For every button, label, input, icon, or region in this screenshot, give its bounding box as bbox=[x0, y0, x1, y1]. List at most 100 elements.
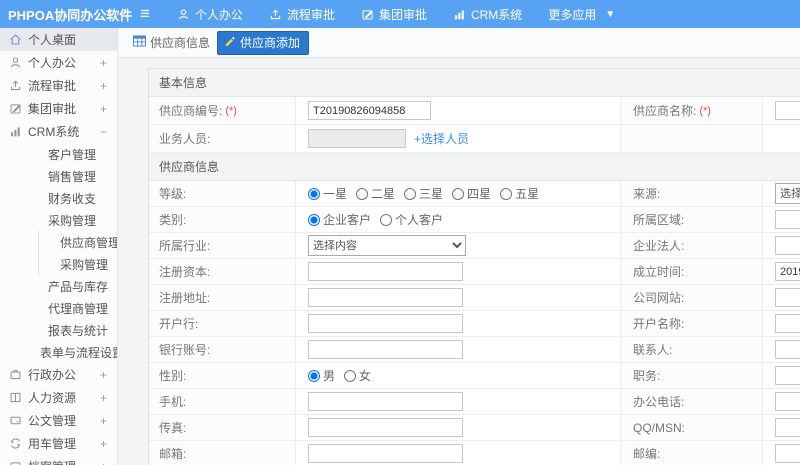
account-name-input[interactable] bbox=[775, 314, 800, 333]
grade-option-4star[interactable]: 四星 bbox=[452, 185, 491, 202]
sidebar-item-agent-mgmt[interactable]: 代理商管理 + bbox=[0, 297, 117, 319]
archive-drawer-icon bbox=[8, 460, 22, 465]
sidebar-item-group-approval[interactable]: 集团审批 + bbox=[0, 97, 117, 120]
industry-select[interactable]: 选择内容 bbox=[308, 235, 466, 256]
sidebar-item-purchasing[interactable]: 采购管理 bbox=[39, 253, 117, 275]
gender-option-male[interactable]: 男 bbox=[308, 367, 335, 384]
bank-account-input[interactable] bbox=[308, 340, 463, 359]
expand-toggle[interactable]: + bbox=[76, 301, 83, 315]
contact-input[interactable] bbox=[775, 340, 800, 359]
sidebar-item-hr[interactable]: 人力资源 + bbox=[0, 386, 117, 409]
job-title-label: 职务: bbox=[633, 369, 661, 383]
edit-square-icon bbox=[8, 102, 22, 116]
grade-option-5star[interactable]: 五星 bbox=[500, 185, 539, 202]
grade-label: 等级: bbox=[159, 187, 187, 201]
expand-toggle[interactable]: − bbox=[76, 213, 83, 227]
form-row-staff: 业务人员: +选择人员 bbox=[149, 125, 800, 153]
sidebar-item-sales-mgmt[interactable]: 销售管理 + bbox=[0, 165, 117, 187]
required-mark: (*) bbox=[225, 104, 237, 117]
reg-address-input[interactable] bbox=[308, 288, 463, 307]
region-input[interactable] bbox=[775, 210, 800, 229]
legal-person-input[interactable] bbox=[775, 236, 800, 255]
website-input[interactable] bbox=[775, 288, 800, 307]
grade-option-2star[interactable]: 二星 bbox=[356, 185, 395, 202]
sidebar-item-crm[interactable]: CRM系统 − bbox=[0, 120, 117, 143]
qq-msn-input[interactable] bbox=[775, 418, 800, 437]
caret-down-icon[interactable]: ▼ bbox=[605, 9, 625, 20]
zip-input[interactable] bbox=[775, 444, 800, 463]
sidebar-item-vehicle-mgmt[interactable]: 用车管理 + bbox=[0, 432, 117, 455]
sidebar-item-doc-mgmt[interactable]: 公文管理 + bbox=[0, 409, 117, 432]
category-option-enterprise[interactable]: 企业客户 bbox=[308, 211, 371, 228]
grade-option-1star[interactable]: 一星 bbox=[308, 185, 347, 202]
section-header-basic: 基本信息 bbox=[149, 69, 800, 97]
expand-toggle[interactable]: + bbox=[76, 191, 83, 205]
section-header-supplier: 供应商信息 bbox=[149, 153, 800, 181]
sidebar-item-flow-approval[interactable]: 流程审批 + bbox=[0, 74, 117, 97]
tab-supplier-add[interactable]: 供应商添加 bbox=[217, 30, 310, 55]
expand-toggle[interactable]: + bbox=[100, 56, 107, 70]
supplier-no-input[interactable] bbox=[308, 101, 431, 120]
reg-capital-label: 注册资本: bbox=[159, 265, 211, 279]
gender-option-female[interactable]: 女 bbox=[344, 367, 371, 384]
car-icon bbox=[8, 437, 22, 451]
expand-toggle[interactable]: + bbox=[100, 391, 107, 405]
reg-address-label: 注册地址: bbox=[159, 291, 211, 305]
hamburger-menu-icon[interactable]: ≡ bbox=[128, 1, 164, 27]
topnav-crm[interactable]: CRM系统 bbox=[440, 0, 535, 28]
sidebar-item-personal-desktop[interactable]: 个人桌面 bbox=[0, 28, 117, 51]
purchase-submenu: 供应商管理 采购管理 bbox=[38, 231, 117, 275]
topnav-flow-approval[interactable]: 流程审批 bbox=[256, 0, 348, 28]
sidebar-item-product-inventory[interactable]: 产品与库存 + bbox=[0, 275, 117, 297]
supplier-name-input[interactable] bbox=[775, 101, 800, 120]
sidebar-item-archive-mgmt[interactable]: 档案管理 + bbox=[0, 455, 117, 465]
grade-option-3star[interactable]: 三星 bbox=[404, 185, 443, 202]
form-row-mobile: 手机: 办公电话: bbox=[149, 389, 800, 415]
form-row-gender: 性别: 男 女 职务: bbox=[149, 363, 800, 389]
expand-toggle[interactable]: + bbox=[100, 437, 107, 451]
founded-date-input[interactable] bbox=[775, 262, 800, 281]
category-option-personal[interactable]: 个人客户 bbox=[380, 211, 443, 228]
expand-toggle[interactable]: + bbox=[76, 169, 83, 183]
topnav-group-approval[interactable]: 集团审批 bbox=[348, 0, 440, 28]
expand-toggle[interactable]: + bbox=[100, 414, 107, 428]
expand-toggle[interactable]: − bbox=[100, 125, 107, 139]
bank-input[interactable] bbox=[308, 314, 463, 333]
topnav-personal-office[interactable]: 个人办公 bbox=[164, 0, 256, 28]
expand-toggle[interactable]: + bbox=[100, 460, 107, 465]
sidebar-item-admin-office[interactable]: 行政办公 + bbox=[0, 363, 117, 386]
sidebar-item-customer-mgmt[interactable]: 客户管理 + bbox=[0, 143, 117, 165]
legal-person-label: 企业法人: bbox=[633, 239, 685, 253]
expand-toggle[interactable]: + bbox=[100, 102, 107, 116]
tab-supplier-info[interactable]: 供应商信息 bbox=[133, 34, 210, 51]
staff-input[interactable] bbox=[308, 129, 406, 148]
sidebar-item-supplier-mgmt[interactable]: 供应商管理 bbox=[39, 231, 117, 253]
choose-staff-link[interactable]: +选择人员 bbox=[414, 130, 469, 147]
topnav-more-apps[interactable]: 更多应用 bbox=[535, 0, 609, 28]
source-select[interactable]: 选择内容 bbox=[775, 183, 800, 204]
user-icon bbox=[177, 8, 190, 21]
email-input[interactable] bbox=[308, 444, 463, 463]
office-tel-label: 办公电话: bbox=[633, 395, 685, 409]
expand-toggle[interactable]: + bbox=[100, 79, 107, 93]
form-row-supplier-no: 供应商编号: (*) 供应商名称: (*) bbox=[149, 97, 800, 125]
zip-label: 邮编: bbox=[633, 447, 661, 461]
form-row-bank: 开户行: 开户名称: bbox=[149, 311, 800, 337]
sidebar-item-reports[interactable]: 报表与统计 bbox=[0, 319, 117, 341]
founded-date-label: 成立时间: bbox=[633, 265, 685, 279]
sidebar-item-finance[interactable]: 财务收支 + bbox=[0, 187, 117, 209]
bank-account-label: 银行账号: bbox=[159, 343, 211, 357]
expand-toggle[interactable]: + bbox=[76, 147, 83, 161]
expand-toggle[interactable]: + bbox=[76, 279, 83, 293]
sidebar-item-personal-office[interactable]: 个人办公 + bbox=[0, 51, 117, 74]
expand-toggle[interactable]: + bbox=[100, 368, 107, 382]
job-title-input[interactable] bbox=[775, 366, 800, 385]
fax-input[interactable] bbox=[308, 418, 463, 437]
mobile-input[interactable] bbox=[308, 392, 463, 411]
supplier-no-label: 供应商编号: bbox=[159, 104, 223, 118]
form-row-email: 邮箱: 邮编: bbox=[149, 441, 800, 465]
office-tel-input[interactable] bbox=[775, 392, 800, 411]
sidebar-item-form-flow-settings[interactable]: 表单与流程设置 + bbox=[0, 341, 117, 363]
reg-capital-input[interactable] bbox=[308, 262, 463, 281]
sidebar-item-purchase-mgmt[interactable]: 采购管理 − bbox=[0, 209, 117, 231]
